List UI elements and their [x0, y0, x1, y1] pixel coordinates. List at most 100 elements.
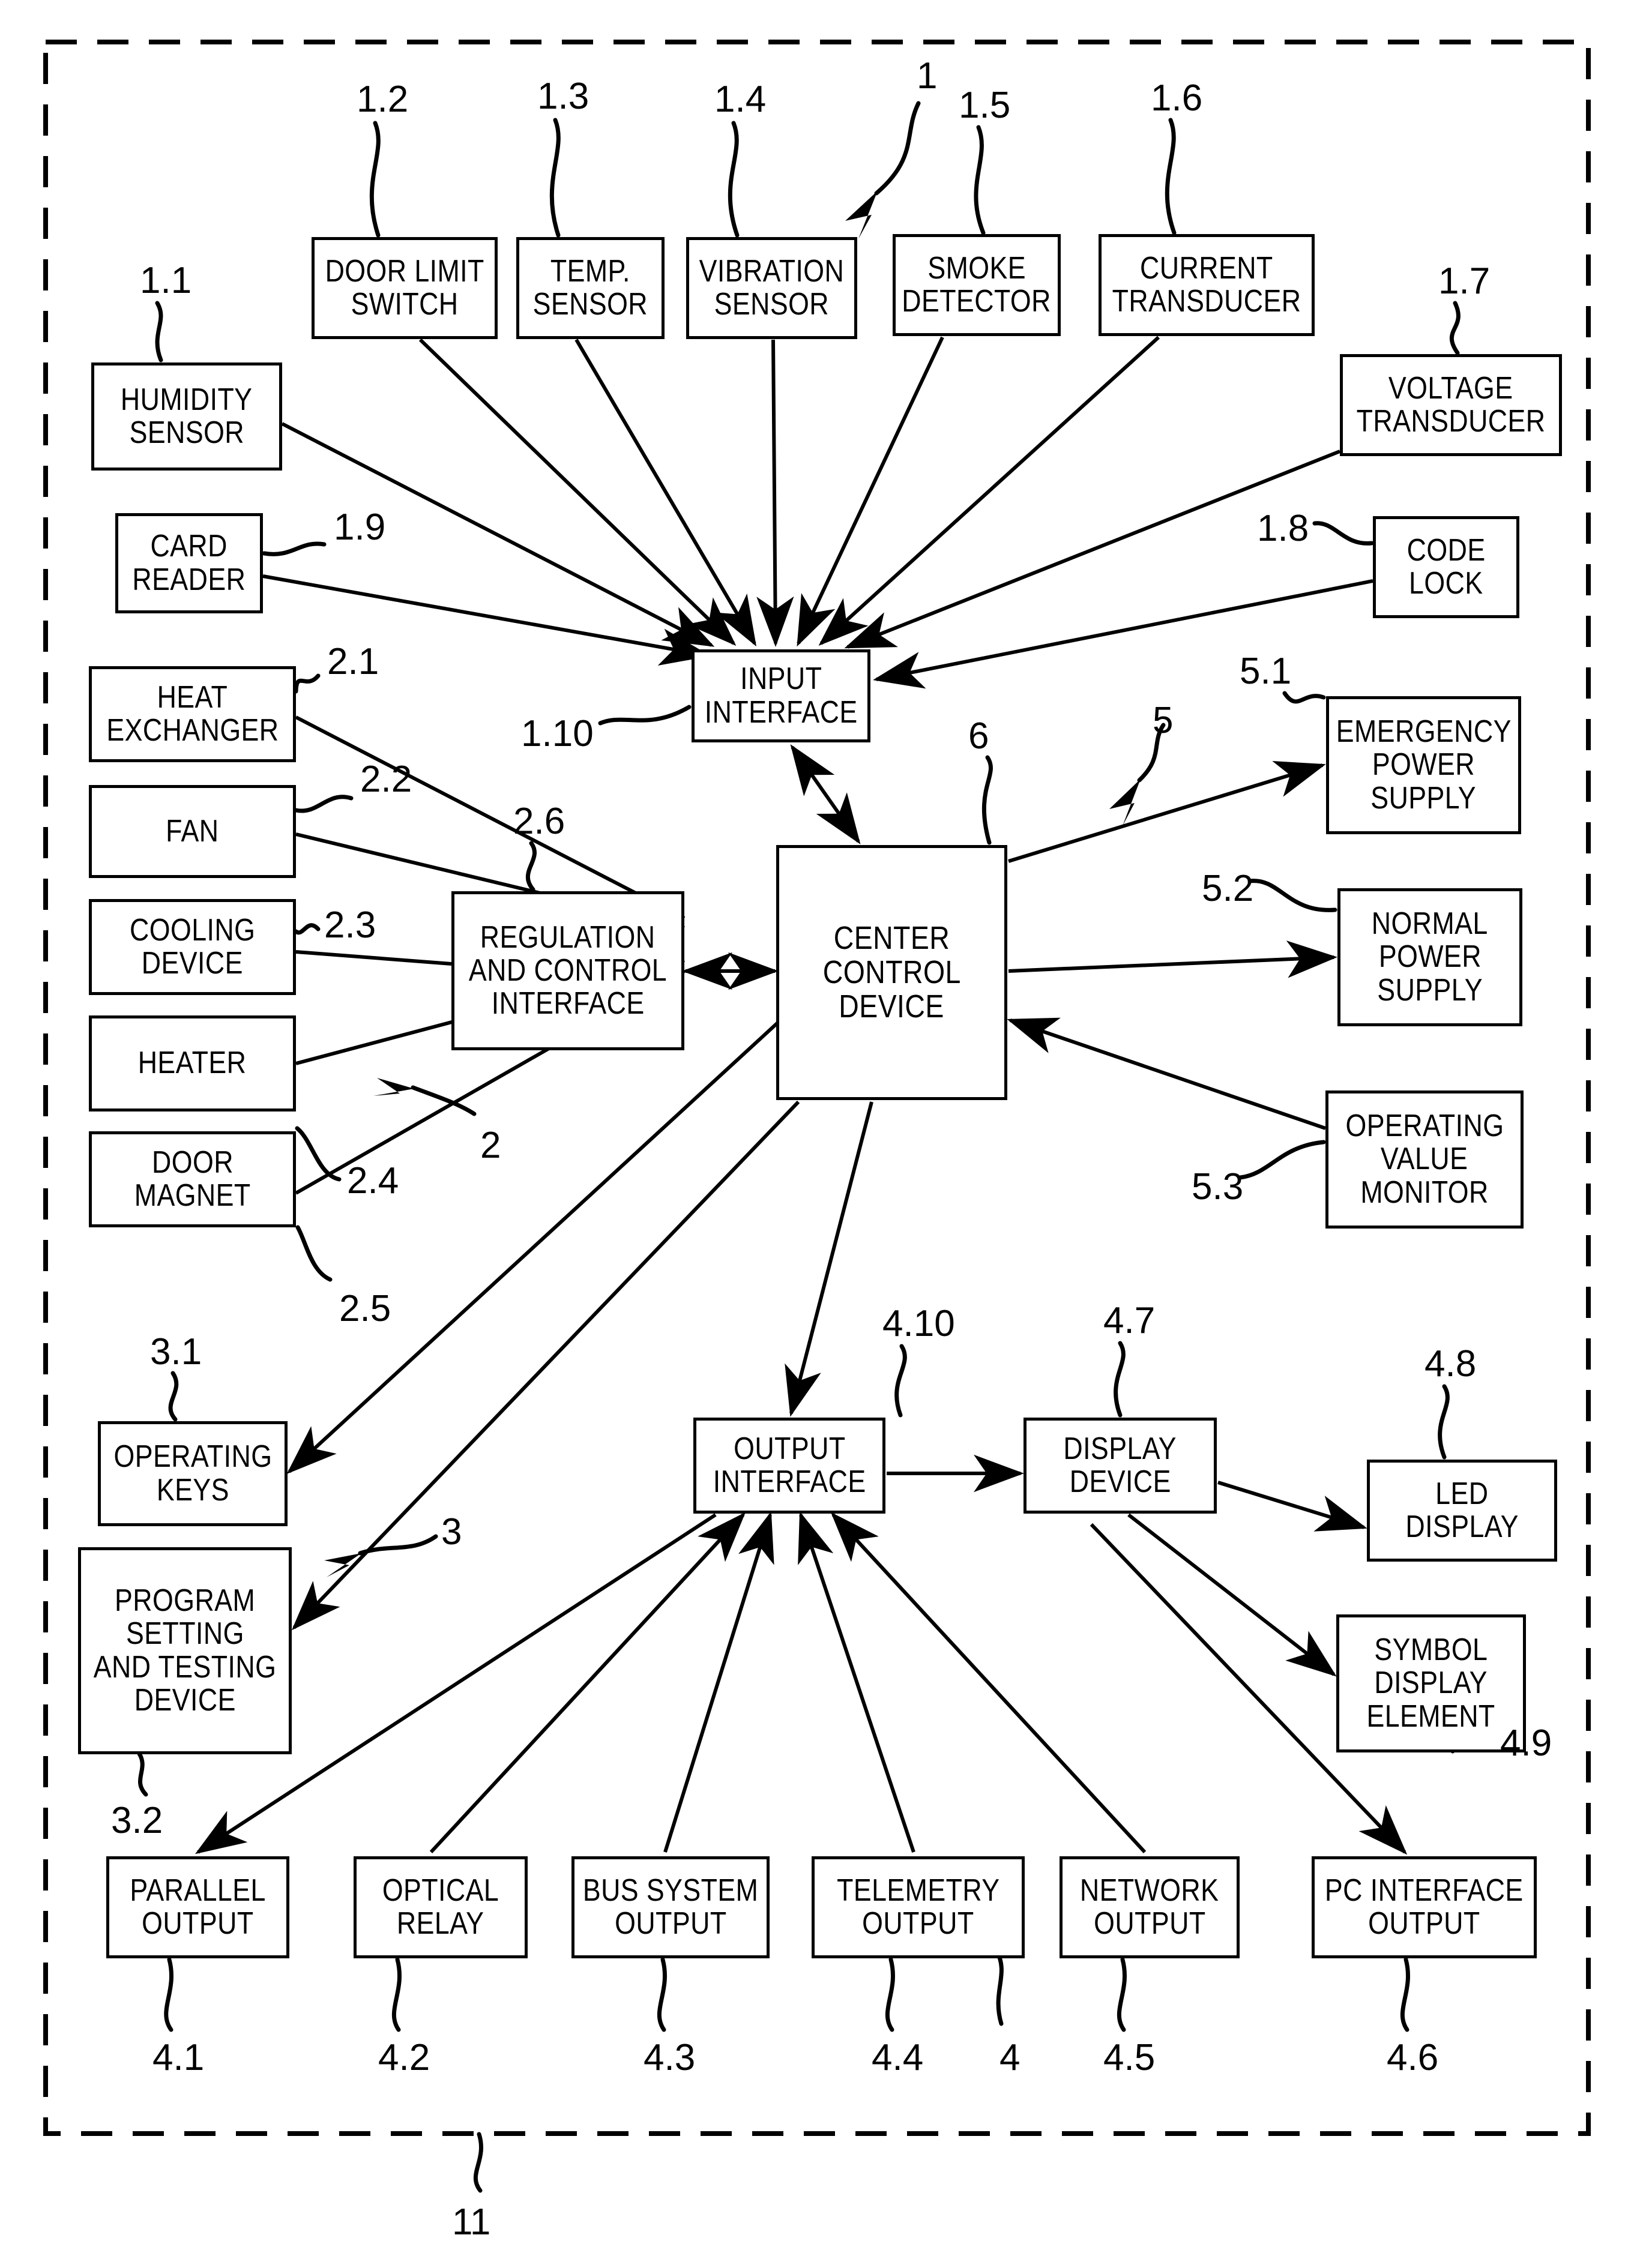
reference-numeral-5-2: 5.2 [1202, 868, 1254, 909]
node-label-line: DEVICE [1069, 1464, 1171, 1499]
node-label-line: SUPPLY [1377, 972, 1483, 1008]
node-door_magnet: DOOR MAGNET [89, 1131, 296, 1227]
node-label-line: HUMIDITY [121, 382, 253, 417]
reference-numeral-1-1: 1.1 [140, 260, 192, 301]
leader-4-10 [894, 1344, 907, 1418]
node-label-line: SENSOR [532, 287, 648, 322]
reference-numeral-1-9: 1.9 [334, 507, 386, 548]
node-voltage_transducer: VOLTAGE TRANSDUCER [1340, 354, 1562, 456]
reference-numeral-5: 5 [1153, 700, 1174, 741]
node-label-line: AND CONTROL [468, 952, 668, 988]
reference-numeral-1-2: 1.2 [357, 79, 409, 120]
link-optical-output [429, 1512, 746, 1854]
node-label-line: SENSOR [714, 287, 830, 322]
node-label-line: MONITOR [1360, 1175, 1489, 1210]
reference-numeral-4-3: 4.3 [644, 2037, 696, 2078]
node-label-line: SWITCH [351, 287, 459, 322]
node-label-line: LOCK [1409, 566, 1483, 601]
leader-6 [981, 755, 993, 845]
node-program_setting_device: PROGRAM SETTING AND TESTING DEVICE [78, 1547, 292, 1754]
reference-numeral-4-6: 4.6 [1387, 2037, 1439, 2078]
node-label-line: INPUT [740, 661, 822, 697]
reference-numeral-3-1: 3.1 [150, 1331, 202, 1373]
leader-1-4 [728, 121, 740, 238]
reference-numeral-3-2: 3.2 [111, 1800, 163, 1841]
reference-numeral-2: 2 [480, 1125, 501, 1166]
node-label-line: OPERATING [1345, 1108, 1504, 1144]
node-label-line: HEATER [138, 1045, 247, 1081]
link-bus-output [663, 1511, 774, 1853]
node-telemetry_output: TELEMETRY OUTPUT [812, 1856, 1025, 1958]
node-heat_exchanger: HEAT EXCHANGER [89, 666, 296, 762]
node-label-line: TRANSDUCER [1112, 284, 1301, 319]
node-label-line: VOLTAGE [1388, 370, 1513, 406]
node-label-line: DISPLAY [1063, 1431, 1177, 1466]
link-display-led [1217, 1481, 1367, 1532]
leader-5-1 [1282, 691, 1326, 704]
reference-numeral-1-4: 1.4 [714, 79, 767, 120]
reference-numeral-1-8: 1.8 [1257, 508, 1309, 549]
link-voltage-to-input [844, 450, 1341, 649]
node-label-line: REGULATION [480, 919, 656, 955]
reference-numeral-2-1: 2.1 [327, 641, 379, 682]
node-label-line: OUTPUT [1368, 1906, 1480, 1941]
node-parallel_output: PARALLEL OUTPUT [106, 1856, 289, 1958]
node-symbol_display_element: SYMBOL DISPLAY ELEMENT [1336, 1614, 1526, 1752]
node-label-line: RELAY [397, 1906, 484, 1941]
node-label-line: EXCHANGER [106, 713, 279, 748]
link-cooling-regulation [295, 950, 452, 966]
leader-4-2 [391, 1957, 402, 2032]
node-label-line: SMOKE [927, 250, 1026, 286]
node-label-line: AND TESTING [93, 1649, 277, 1685]
node-label-line: OPTICAL [382, 1872, 499, 1908]
link-input-center-bidir [790, 744, 861, 844]
reference-numeral-4-5: 4.5 [1103, 2037, 1156, 2078]
node-card_reader: CARD READER [115, 513, 263, 613]
node-label-line: SETTING [125, 1616, 244, 1652]
reference-numeral-2-2: 2.2 [360, 759, 412, 800]
leader-1-6 [1165, 118, 1177, 235]
reference-numeral-4-9: 4.9 [1500, 1722, 1552, 1764]
node-label-line: OUTPUT [614, 1906, 727, 1941]
leader-1-1 [155, 301, 163, 362]
node-emergency_power_supply: EMERGENCY POWER SUPPLY [1326, 696, 1521, 834]
reference-numeral-1-3: 1.3 [537, 76, 589, 117]
node-label-line: CURRENT [1140, 250, 1273, 286]
node-label-line: VALUE [1381, 1142, 1468, 1177]
reference-numeral-5-1: 5.1 [1240, 651, 1292, 692]
link-codelock-to-input [873, 579, 1373, 689]
node-label-line: PROGRAM [114, 1583, 256, 1619]
node-label-line: INTERFACE [713, 1464, 866, 1499]
node-current_transducer: CURRENT TRANSDUCER [1099, 234, 1315, 336]
pointer-1 [874, 101, 921, 196]
reference-numeral-1-5: 1.5 [959, 85, 1011, 126]
leader-5-2 [1247, 879, 1337, 912]
reference-numeral-3: 3 [441, 1511, 462, 1553]
leader-1-9 [262, 541, 327, 556]
pointer-1-head [845, 191, 878, 239]
node-label-line: DEVICE [134, 1682, 236, 1718]
link-heatexchanger-regulation [295, 715, 686, 920]
node-label-line: KEYS [156, 1472, 229, 1508]
node-normal_power_supply: NORMAL POWER SUPPLY [1337, 888, 1522, 1026]
leader-5-3 [1238, 1140, 1326, 1180]
node-input_interface: INPUT INTERFACE [692, 649, 870, 742]
node-label-line: PC INTERFACE [1325, 1872, 1524, 1908]
node-regulation_control_if: REGULATION AND CONTROL INTERFACE [451, 891, 684, 1050]
leader-4-6 [1400, 1957, 1410, 2032]
link-center-operating-keys [286, 1018, 782, 1475]
node-label-line: DEVICE [839, 988, 945, 1025]
reference-numeral-1-6: 1.6 [1151, 77, 1203, 119]
node-label-line: DOOR LIMIT [325, 253, 484, 289]
node-bus_system_output: BUS SYSTEM OUTPUT [571, 1856, 770, 1958]
leader-3-1 [168, 1371, 179, 1422]
node-label-line: DISPLAY [1374, 1665, 1488, 1701]
reference-numeral-2-5: 2.5 [339, 1288, 391, 1329]
pointer-4 [994, 1948, 1004, 2026]
reference-numeral-6: 6 [968, 715, 989, 757]
node-label-line: OUTPUT [862, 1906, 974, 1941]
node-label-line: OPERATING [113, 1439, 272, 1475]
node-label-line: CENTER [833, 919, 950, 956]
node-label-line: CODE [1406, 532, 1486, 568]
reference-numeral-2-6: 2.6 [513, 801, 565, 842]
